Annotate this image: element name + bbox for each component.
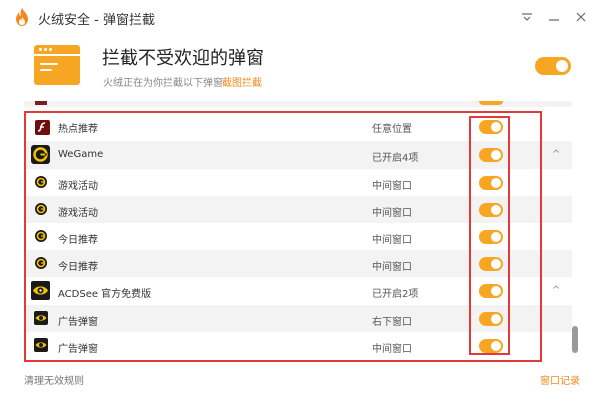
toggle-partial[interactable] [479, 101, 503, 105]
popup-window-icon [34, 45, 80, 85]
screenshot-block-link[interactable]: 截图拦截 [222, 74, 262, 89]
window-title: 火绒安全 - 弹窗拦截 [38, 13, 155, 28]
toggle-knob [556, 60, 568, 72]
page-subtitle: 火绒正在为你拦截以下弹窗 [103, 78, 223, 89]
window-log-link[interactable]: 窗口记录 [540, 372, 580, 387]
minimize-icon[interactable] [543, 6, 565, 28]
master-toggle[interactable] [535, 57, 571, 75]
menu-icon[interactable] [516, 6, 538, 28]
highlight-box [24, 111, 542, 362]
huorong-logo-icon [16, 8, 28, 26]
close-icon[interactable] [570, 6, 592, 28]
collapse-chevron-icon[interactable]: ^ [552, 149, 560, 160]
partial-row [24, 101, 572, 107]
toggle-highlight-box [469, 116, 510, 355]
clear-invalid-rules-link[interactable]: 清理无效规则 [24, 372, 84, 387]
scrollbar-thumb[interactable] [572, 326, 578, 353]
app-icon [35, 101, 47, 105]
scrollbar-track[interactable] [570, 101, 578, 361]
page-title: 拦截不受欢迎的弹窗 [102, 48, 264, 69]
title-bar: 火绒安全 - 弹窗拦截 [0, 0, 600, 34]
collapse-chevron-icon[interactable]: ^ [552, 285, 560, 296]
